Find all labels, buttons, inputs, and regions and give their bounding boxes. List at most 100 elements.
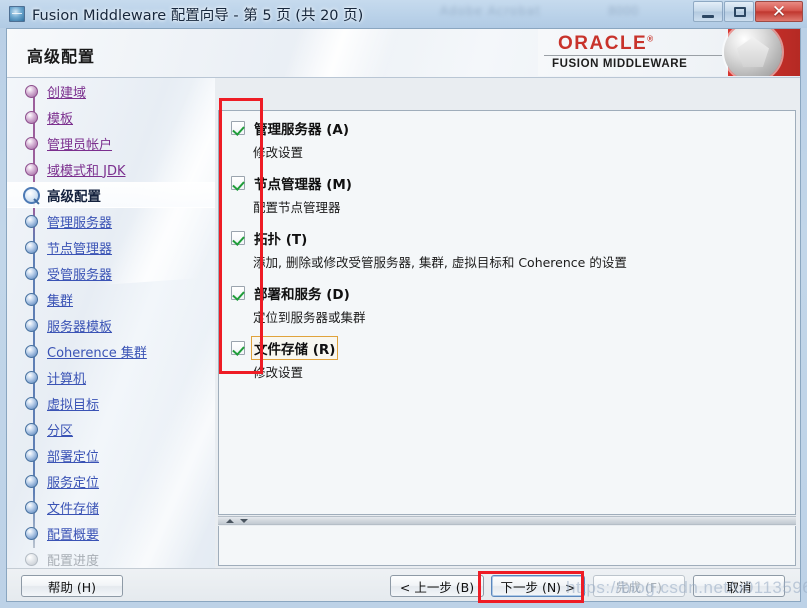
next-button[interactable]: 下一步 (N) >	[491, 575, 585, 597]
oracle-branding: ORACLE® FUSION MIDDLEWARE	[538, 29, 800, 76]
checkbox-checked-icon[interactable]	[231, 341, 245, 355]
sidebar-item-label: 节点管理器	[47, 241, 113, 257]
step-list: 创建域模板管理员帐户域模式和 JDK 高级配置管理服务器节点管理器受管服务器集群服…	[7, 78, 215, 568]
close-icon: ✕	[771, 1, 787, 22]
option-description: 配置节点管理器	[253, 200, 341, 215]
sidebar-item-label: 配置进度	[47, 553, 100, 569]
option-2[interactable]: 拓扑 (T) 添加, 删除或修改受管服务器, 集群, 虚拟目标和 Coherenc…	[219, 228, 795, 271]
option-label: 拓扑 (T)	[254, 232, 308, 248]
step-node-icon	[25, 474, 38, 488]
page-title: 高级配置	[27, 47, 96, 66]
step-node-icon	[25, 396, 38, 410]
sidebar-item-8[interactable]: 集群	[7, 286, 215, 312]
option-description: 添加, 删除或修改受管服务器, 集群, 虚拟目标和 Coherence 的设置	[253, 255, 627, 270]
sidebar-item-10[interactable]: Coherence 集群	[7, 338, 215, 364]
sidebar-item-label: 管理服务器	[47, 215, 113, 231]
sidebar-item-14[interactable]: 部署定位	[7, 442, 215, 468]
title-bar: Adobe Acrobat 8000 Fusion Middleware 配置向…	[0, 0, 807, 28]
sidebar-item-16[interactable]: 文件存储	[7, 494, 215, 520]
sidebar-item-12[interactable]: 虚拟目标	[7, 390, 215, 416]
option-0[interactable]: 管理服务器 (A) 修改设置	[219, 118, 795, 161]
background-ghost-text-1: Adobe Acrobat	[440, 4, 542, 18]
sidebar-item-13[interactable]: 分区	[7, 416, 215, 442]
sidebar-item-7[interactable]: 受管服务器	[7, 260, 215, 286]
back-button[interactable]: < 上一步 (B)	[390, 575, 484, 597]
option-row[interactable]: 节点管理器 (M)	[231, 173, 795, 193]
pentagon-shape	[737, 37, 769, 67]
finish-button: 完成 (F)	[593, 575, 685, 597]
sidebar-item-18: 配置进度	[7, 546, 215, 568]
page-banner: 高级配置 ORACLE® FUSION MIDDLEWARE	[7, 29, 800, 78]
background-ghost-text-2: 8000	[608, 4, 639, 18]
sidebar-item-label: 模板	[47, 111, 74, 127]
oracle-wordmark: ORACLE®	[558, 33, 655, 54]
splitter-down-arrow-icon[interactable]	[240, 519, 248, 523]
step-node-icon	[25, 448, 38, 462]
maximize-icon	[734, 7, 746, 17]
step-node-icon	[25, 552, 38, 566]
configuration-wizard-window: Adobe Acrobat 8000 Fusion Middleware 配置向…	[0, 0, 807, 608]
sidebar-item-11[interactable]: 计算机	[7, 364, 215, 390]
option-label: 管理服务器 (A)	[254, 122, 349, 138]
checkbox-checked-icon[interactable]	[231, 176, 245, 190]
help-button[interactable]: 帮助 (H)	[21, 575, 123, 597]
panel-splitter[interactable]	[218, 516, 796, 525]
option-row[interactable]: 部署和服务 (D)	[231, 283, 795, 303]
wizard-step-sidebar: 创建域模板管理员帐户域模式和 JDK 高级配置管理服务器节点管理器受管服务器集群服…	[7, 78, 215, 568]
option-row[interactable]: 管理服务器 (A)	[231, 118, 795, 138]
option-1[interactable]: 节点管理器 (M) 配置节点管理器	[219, 173, 795, 216]
checkbox-checked-icon[interactable]	[231, 286, 245, 300]
step-node-icon	[25, 526, 38, 540]
checkbox-checked-icon[interactable]	[231, 121, 245, 135]
sidebar-item-9[interactable]: 服务器模板	[7, 312, 215, 338]
sidebar-item-label: 虚拟目标	[47, 397, 100, 413]
sidebar-item-2[interactable]: 管理员帐户	[7, 130, 215, 156]
step-node-icon	[25, 110, 38, 124]
option-row[interactable]: 拓扑 (T)	[231, 228, 795, 248]
minimize-button[interactable]	[693, 1, 723, 22]
option-label: 部署和服务 (D)	[254, 287, 350, 303]
main-content: 管理服务器 (A) 修改设置节点管理器 (M) 配置节点管理器 拓扑 (T) 添加, 删…	[215, 78, 800, 568]
close-button[interactable]: ✕	[755, 1, 803, 22]
sidebar-item-6[interactable]: 节点管理器	[7, 234, 215, 260]
checkbox-checked-icon[interactable]	[231, 231, 245, 245]
window-title: Fusion Middleware 配置向导 - 第 5 页 (共 20 页)	[32, 8, 364, 24]
option-label: 文件存储 (R)	[250, 336, 339, 360]
details-pane	[218, 526, 796, 566]
minimize-icon	[702, 15, 714, 18]
sidebar-item-1[interactable]: 模板	[7, 104, 215, 130]
sidebar-item-label: 高级配置	[47, 189, 101, 205]
option-label: 节点管理器 (M)	[254, 177, 352, 193]
sidebar-item-label: 部署定位	[47, 449, 100, 465]
maximize-button[interactable]	[724, 1, 754, 22]
splitter-up-arrow-icon[interactable]	[226, 519, 234, 523]
advanced-configuration-panel: 管理服务器 (A) 修改设置节点管理器 (M) 配置节点管理器 拓扑 (T) 添加, 删…	[218, 110, 796, 515]
sidebar-item-3[interactable]: 域模式和 JDK	[7, 156, 215, 182]
option-4[interactable]: 文件存储 (R) 修改设置	[219, 336, 795, 381]
sidebar-item-5[interactable]: 管理服务器	[7, 208, 215, 234]
option-3[interactable]: 部署和服务 (D) 定位到服务器或集群	[219, 283, 795, 326]
sidebar-item-4[interactable]: 高级配置	[7, 182, 215, 208]
option-description: 定位到服务器或集群	[253, 310, 366, 325]
sidebar-item-17[interactable]: 配置概要	[7, 520, 215, 546]
option-row[interactable]: 文件存储 (R)	[231, 336, 795, 360]
option-list: 管理服务器 (A) 修改设置节点管理器 (M) 配置节点管理器 拓扑 (T) 添加, 删…	[219, 111, 795, 393]
sidebar-item-0[interactable]: 创建域	[7, 78, 215, 104]
sidebar-item-15[interactable]: 服务定位	[7, 468, 215, 494]
cancel-button[interactable]: 取消	[693, 575, 785, 597]
step-node-icon	[25, 84, 38, 98]
step-node-icon	[25, 136, 38, 150]
registered-mark: ®	[647, 34, 655, 44]
sidebar-item-label: 服务器模板	[47, 319, 113, 335]
step-node-icon	[25, 214, 38, 228]
window-frame: Adobe Acrobat 8000 Fusion Middleware 配置向…	[0, 0, 807, 608]
window-controls: ✕	[692, 1, 803, 23]
client-area: 高级配置 ORACLE® FUSION MIDDLEWARE 创建域模板管理员帐…	[6, 28, 801, 602]
sidebar-item-label: 集群	[47, 293, 74, 309]
sidebar-item-label: 创建域	[47, 85, 87, 101]
step-node-icon	[25, 318, 38, 332]
sidebar-item-label: 配置概要	[47, 527, 100, 543]
sidebar-item-label: 文件存储	[47, 501, 100, 517]
sidebar-item-label: 管理员帐户	[47, 137, 113, 153]
sidebar-item-label: 分区	[47, 423, 74, 439]
